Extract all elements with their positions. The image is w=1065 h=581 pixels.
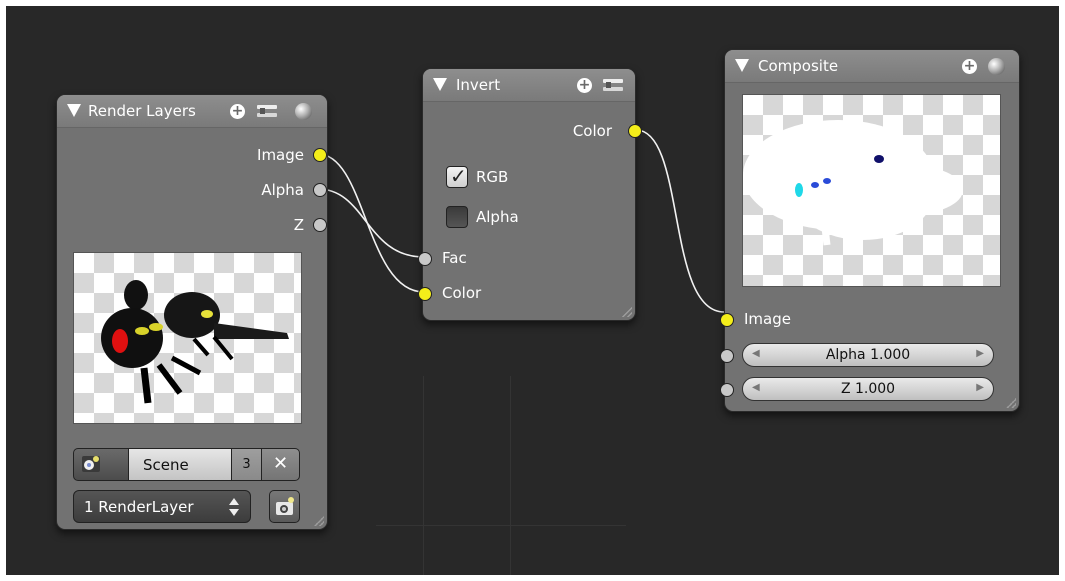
- invert-header[interactable]: Invert +: [423, 69, 635, 102]
- input-image-socket[interactable]: [720, 313, 734, 327]
- resize-grip-icon[interactable]: [314, 516, 324, 526]
- scene-users-text: 3: [242, 457, 251, 472]
- link-image-to-color: [317, 153, 425, 293]
- collapse-triangle-icon[interactable]: [67, 104, 81, 117]
- output-z-label: Z: [293, 216, 304, 234]
- scene-icon: [82, 456, 100, 472]
- composite-title: Composite: [758, 57, 839, 75]
- alpha-value-text: Alpha 1.000: [825, 347, 911, 363]
- add-icon[interactable]: +: [962, 59, 977, 74]
- composite-node[interactable]: Composite + Image ◀ Alpha 1.000 ▶ ◀ Z 1.…: [720, 49, 1020, 412]
- scene-name-text: Scene: [143, 456, 189, 474]
- updown-arrows-icon: [229, 498, 239, 516]
- output-color-label: Color: [572, 122, 612, 140]
- fly-render-illustration: [101, 280, 289, 404]
- output-alpha-label: Alpha: [261, 181, 304, 199]
- preview-sphere-icon[interactable]: [988, 58, 1005, 75]
- scene-users-count[interactable]: 3: [231, 448, 262, 481]
- composite-header[interactable]: Composite +: [725, 50, 1019, 83]
- render-preview-image: [73, 252, 302, 424]
- render-button[interactable]: [269, 490, 300, 523]
- z-value-text: Z 1.000: [840, 381, 896, 397]
- input-color-label: Color: [442, 284, 482, 302]
- toggle-icon[interactable]: [257, 103, 277, 119]
- scene-name-field[interactable]: Scene: [128, 448, 232, 481]
- scene-browse-button[interactable]: [73, 448, 129, 481]
- render-layers-node[interactable]: Render Layers + Image Alpha Z Scene 3 ✕ …: [56, 94, 328, 530]
- rgb-checkbox[interactable]: ✓: [446, 164, 468, 188]
- output-color-socket[interactable]: [628, 124, 642, 138]
- increment-arrow-icon[interactable]: ▶: [976, 382, 984, 393]
- checkmark-icon: ✓: [450, 164, 467, 188]
- remove-icon: ✕: [272, 453, 289, 474]
- inverted-render-illustration: [743, 120, 963, 246]
- output-image-label: Image: [257, 146, 304, 164]
- link-alpha-to-fac: [317, 188, 425, 258]
- resize-grip-icon[interactable]: [622, 307, 632, 317]
- renderlayer-select-text: 1 RenderLayer: [84, 498, 194, 516]
- alpha-value-field[interactable]: ◀ Alpha 1.000 ▶: [742, 343, 994, 367]
- add-icon[interactable]: +: [577, 78, 592, 93]
- invert-node[interactable]: Invert + Color ✓ RGB Alpha Fac Color: [418, 68, 642, 321]
- rgb-label: RGB: [476, 168, 509, 186]
- alpha-label: Alpha: [476, 208, 519, 226]
- output-z-socket[interactable]: [313, 218, 327, 232]
- toggle-icon[interactable]: [603, 77, 623, 93]
- invert-title: Invert: [456, 76, 501, 94]
- renderlayer-select[interactable]: 1 RenderLayer: [73, 490, 251, 523]
- link-color-to-image: [635, 129, 725, 313]
- collapse-triangle-icon[interactable]: [735, 59, 749, 72]
- collapse-triangle-icon[interactable]: [433, 78, 447, 91]
- render-layers-header[interactable]: Render Layers +: [57, 95, 327, 128]
- input-fac-socket[interactable]: [418, 252, 432, 266]
- output-image-socket[interactable]: [313, 148, 327, 162]
- composite-preview-image: [742, 94, 1001, 287]
- z-value-field[interactable]: ◀ Z 1.000 ▶: [742, 377, 994, 401]
- render-layers-title: Render Layers: [88, 102, 196, 120]
- add-icon[interactable]: +: [230, 104, 245, 119]
- output-alpha-socket[interactable]: [313, 183, 327, 197]
- resize-grip-icon[interactable]: [1006, 398, 1016, 408]
- preview-sphere-icon[interactable]: [295, 103, 312, 120]
- input-alpha-socket[interactable]: [720, 349, 734, 363]
- alpha-checkbox[interactable]: [446, 206, 468, 228]
- input-image-label: Image: [744, 310, 791, 328]
- increment-arrow-icon[interactable]: ▶: [976, 348, 984, 359]
- scene-remove-button[interactable]: ✕: [261, 448, 300, 481]
- node-editor-canvas[interactable]: Render Layers + Image Alpha Z Scene 3 ✕ …: [6, 6, 1059, 575]
- input-z-socket[interactable]: [720, 383, 734, 397]
- input-fac-label: Fac: [442, 249, 467, 267]
- render-icon: [276, 497, 294, 515]
- input-color-socket[interactable]: [418, 287, 432, 301]
